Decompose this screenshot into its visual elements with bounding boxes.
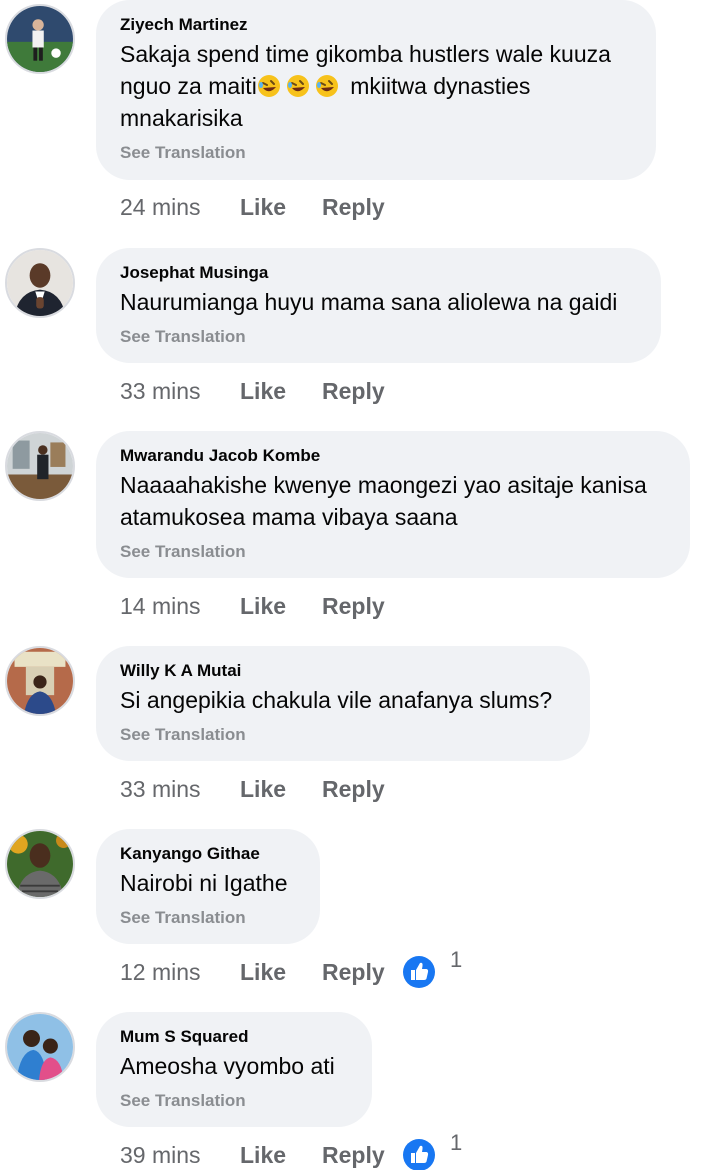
comment-author[interactable]: Ziyech Martinez [120,14,632,36]
comment-actions: 24 mins Like Reply [120,191,402,223]
comment-actions: 39 mins Like Reply 1 [120,1130,462,1170]
see-translation-link[interactable]: See Translation [120,142,632,164]
avatar[interactable] [5,4,75,74]
comment-bubble: Josephat Musinga Naurumianga huyu mama s… [96,248,661,363]
comment-text: Ameosha vyombo ati [120,1053,335,1079]
comment-bubble: Willy K A Mutai Si angepikia chakula vil… [96,646,590,761]
comment-timestamp[interactable]: 33 mins [120,776,240,803]
comment-text: Si angepikia chakula vile anafanya slums… [120,687,553,713]
see-translation-link[interactable]: See Translation [120,724,566,746]
comment-author[interactable]: Josephat Musinga [120,262,637,284]
comment-actions: 14 mins Like Reply [120,590,402,622]
reaction-summary[interactable]: 1 [402,1130,462,1170]
rolling-on-floor-laughing-icon [315,75,338,97]
like-button[interactable]: Like [240,776,322,803]
comment-actions: 33 mins Like Reply [120,773,402,805]
comment-bubble: Mwarandu Jacob Kombe Naaaahakishe kwenye… [96,431,690,578]
comment-timestamp[interactable]: 39 mins [120,1142,240,1169]
reply-button[interactable]: Reply [322,959,402,986]
comment-author[interactable]: Mum S Squared [120,1026,348,1048]
comment-bubble: Kanyango Githae Nairobi ni Igathe See Tr… [96,829,320,944]
comment-author[interactable]: Willy K A Mutai [120,660,566,682]
like-button[interactable]: Like [240,1142,322,1169]
comment-timestamp[interactable]: 24 mins [120,194,240,221]
avatar-image [7,433,73,499]
comment-actions: 12 mins Like Reply 1 [120,947,462,989]
reply-button[interactable]: Reply [322,776,402,803]
comment-text: Nairobi ni Igathe [120,870,288,896]
avatar-image [7,6,73,72]
avatar-image [7,250,73,316]
comment-timestamp[interactable]: 12 mins [120,959,240,986]
reaction-count: 1 [450,947,463,972]
avatar[interactable] [5,248,75,318]
reply-button[interactable]: Reply [322,194,402,221]
avatar[interactable] [5,829,75,899]
comment-actions: 33 mins Like Reply [120,375,402,407]
comment-timestamp[interactable]: 33 mins [120,378,240,405]
see-translation-link[interactable]: See Translation [120,907,296,929]
like-button[interactable]: Like [240,194,322,221]
like-button[interactable]: Like [240,593,322,620]
avatar-image [7,648,73,714]
reaction-count: 1 [450,1130,463,1155]
comment-text: Naaaahakishe kwenye maongezi yao asitaje… [120,472,647,530]
comment-bubble: Ziyech Martinez Sakaja spend time gikomb… [96,0,656,180]
like-button[interactable]: Like [240,378,322,405]
avatar[interactable] [5,646,75,716]
see-translation-link[interactable]: See Translation [120,326,637,348]
avatar[interactable] [5,431,75,501]
see-translation-link[interactable]: See Translation [120,541,666,563]
comment-list: Ziyech Martinez Sakaja spend time gikomb… [0,0,708,1170]
comment-author[interactable]: Kanyango Githae [120,843,296,865]
avatar-image [7,831,73,897]
comment-text: Sakaja spend time gikomba hustlers wale … [120,38,632,134]
reaction-summary[interactable]: 1 [402,947,462,989]
avatar[interactable] [5,1012,75,1082]
comment-timestamp[interactable]: 14 mins [120,593,240,620]
like-reaction-icon [403,1139,435,1170]
reply-button[interactable]: Reply [322,1142,402,1169]
reply-button[interactable]: Reply [322,378,402,405]
comment-text: Naurumianga huyu mama sana aliolewa na g… [120,289,618,315]
rolling-on-floor-laughing-icon [286,75,309,97]
like-button[interactable]: Like [240,959,322,986]
avatar-image [7,1014,73,1080]
comment-author[interactable]: Mwarandu Jacob Kombe [120,445,666,467]
comment-bubble: Mum S Squared Ameosha vyombo ati See Tra… [96,1012,372,1127]
like-reaction-icon [403,956,435,988]
rolling-on-floor-laughing-icon [257,75,280,97]
see-translation-link[interactable]: See Translation [120,1090,348,1112]
reply-button[interactable]: Reply [322,593,402,620]
